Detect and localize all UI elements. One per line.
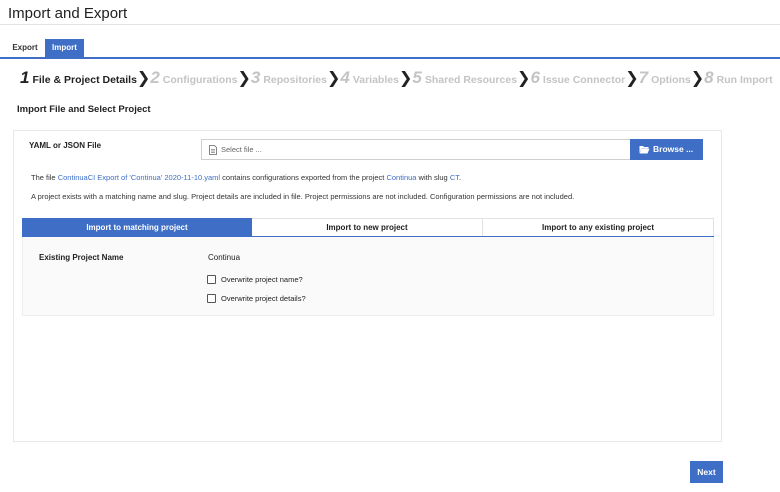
- file-label: YAML or JSON File: [29, 141, 102, 150]
- document-icon: [209, 145, 217, 155]
- file-info-line: The file ContinuaCI Export of 'Continua'…: [31, 173, 461, 182]
- step-number: 1: [20, 68, 30, 87]
- step-label: Variables: [352, 74, 399, 86]
- chevron-right-icon: ❯: [237, 70, 251, 87]
- step-repositories[interactable]: 3 Repositories: [251, 68, 327, 88]
- step-label: Issue Connector: [542, 74, 626, 86]
- chevron-right-icon: ❯: [625, 70, 639, 87]
- import-mode-tabs: Import to matching project Import to new…: [22, 218, 714, 237]
- project-link[interactable]: Continua: [386, 173, 416, 182]
- chevron-right-icon: ❯: [136, 70, 151, 87]
- next-button[interactable]: Next: [690, 461, 723, 483]
- wizard-steps: 1 File & Project Details❯2 Configurations❯…: [20, 68, 773, 88]
- title-divider: [0, 24, 780, 25]
- step-issue-connector[interactable]: 6 Issue Connector: [530, 68, 625, 88]
- info-text: with slug: [416, 173, 450, 182]
- step-label: Run Import: [716, 74, 773, 86]
- tab-import-new-project[interactable]: Import to new project: [252, 218, 483, 236]
- browse-button[interactable]: Browse ...: [630, 139, 703, 160]
- step-label: Shared Resources: [424, 74, 518, 86]
- browse-button-label: Browse ...: [653, 144, 694, 154]
- tab-export[interactable]: Export: [6, 39, 44, 57]
- matching-project-panel: Existing Project Name Continua Overwrite…: [22, 237, 714, 316]
- step-number: 5: [412, 68, 422, 87]
- step-label: Configurations: [162, 74, 238, 86]
- step-number: 3: [250, 68, 261, 87]
- tab-import-matching-project[interactable]: Import to matching project: [22, 218, 252, 236]
- file-input[interactable]: Select file ...: [201, 139, 631, 160]
- existing-project-value: Continua: [208, 253, 241, 262]
- import-panel: YAML or JSON File Select file ... Browse…: [13, 130, 722, 442]
- step-number: 7: [638, 68, 649, 87]
- step-options[interactable]: 7 Options: [639, 68, 691, 88]
- chevron-right-icon: ❯: [326, 70, 341, 87]
- chevron-right-icon: ❯: [398, 70, 413, 87]
- step-run-import[interactable]: 8 Run Import: [704, 68, 772, 88]
- info-text: contains configurations exported from th…: [220, 173, 387, 182]
- chevron-right-icon: ❯: [690, 70, 705, 87]
- chevron-right-icon: ❯: [517, 70, 531, 87]
- main-tabbar: Export Import: [0, 39, 780, 59]
- overwrite-name-checkbox[interactable]: [207, 275, 216, 284]
- step-number: 6: [530, 68, 540, 87]
- section-title: Import File and Select Project: [17, 104, 151, 115]
- step-variables[interactable]: 4 Variables: [340, 68, 399, 88]
- folder-open-icon: [639, 146, 650, 154]
- page-title: Import and Export: [8, 5, 128, 22]
- existing-project-label: Existing Project Name: [39, 253, 124, 262]
- project-match-info: A project exists with a matching name an…: [31, 192, 575, 201]
- tab-import-existing-project[interactable]: Import to any existing project: [483, 218, 714, 236]
- file-name-link[interactable]: ContinuaCI Export of 'Continua' 2020-11-…: [58, 173, 220, 182]
- overwrite-name-label[interactable]: Overwrite project name?: [221, 275, 303, 284]
- info-text: .: [459, 173, 462, 182]
- info-text: The file: [31, 173, 58, 182]
- tab-import[interactable]: Import: [45, 39, 84, 57]
- step-label: Repositories: [263, 74, 327, 86]
- overwrite-details-checkbox[interactable]: [207, 294, 216, 303]
- file-input-placeholder: Select file ...: [221, 145, 262, 154]
- overwrite-details-label[interactable]: Overwrite project details?: [221, 294, 306, 303]
- step-shared-resources[interactable]: 5 Shared Resources: [412, 68, 517, 88]
- step-configurations[interactable]: 2 Configurations: [150, 68, 237, 88]
- slug-link[interactable]: CT: [450, 173, 459, 182]
- step-number: 2: [150, 68, 160, 87]
- step-number: 4: [340, 68, 350, 87]
- step-number: 8: [704, 68, 714, 87]
- step-label: Options: [651, 74, 691, 86]
- step-file-project-details[interactable]: 1 File & Project Details: [20, 68, 137, 88]
- step-label: File & Project Details: [32, 74, 137, 86]
